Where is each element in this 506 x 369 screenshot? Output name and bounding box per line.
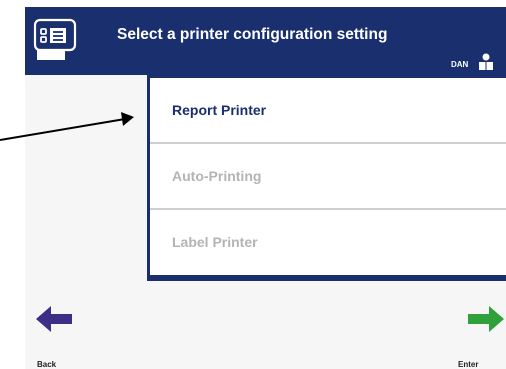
enter-button[interactable]: Enter [438,304,506,369]
back-label: Back [37,360,57,369]
menu-item-label-printer[interactable]: Label Printer [150,210,506,275]
page-title: Select a printer configuration setting [117,26,388,43]
menu-item-report-printer[interactable]: Report Printer [150,78,506,144]
printer-config-icon [33,18,77,60]
enter-arrow-icon [468,306,504,332]
menu-item-auto-printing[interactable]: Auto-Printing [150,144,506,210]
callout-arrow [0,112,134,141]
menu-item-label: Label Printer [172,234,258,250]
enter-label: Enter [458,360,479,369]
menu-item-label: Report Printer [172,102,267,118]
back-arrow-icon [36,306,72,332]
user-icon [479,53,493,70]
menu-item-label: Auto-Printing [172,168,262,184]
back-button[interactable]: Back [34,304,74,369]
title-bar: Select a printer configuration setting D… [25,7,506,75]
user-name: DAN [451,60,469,69]
